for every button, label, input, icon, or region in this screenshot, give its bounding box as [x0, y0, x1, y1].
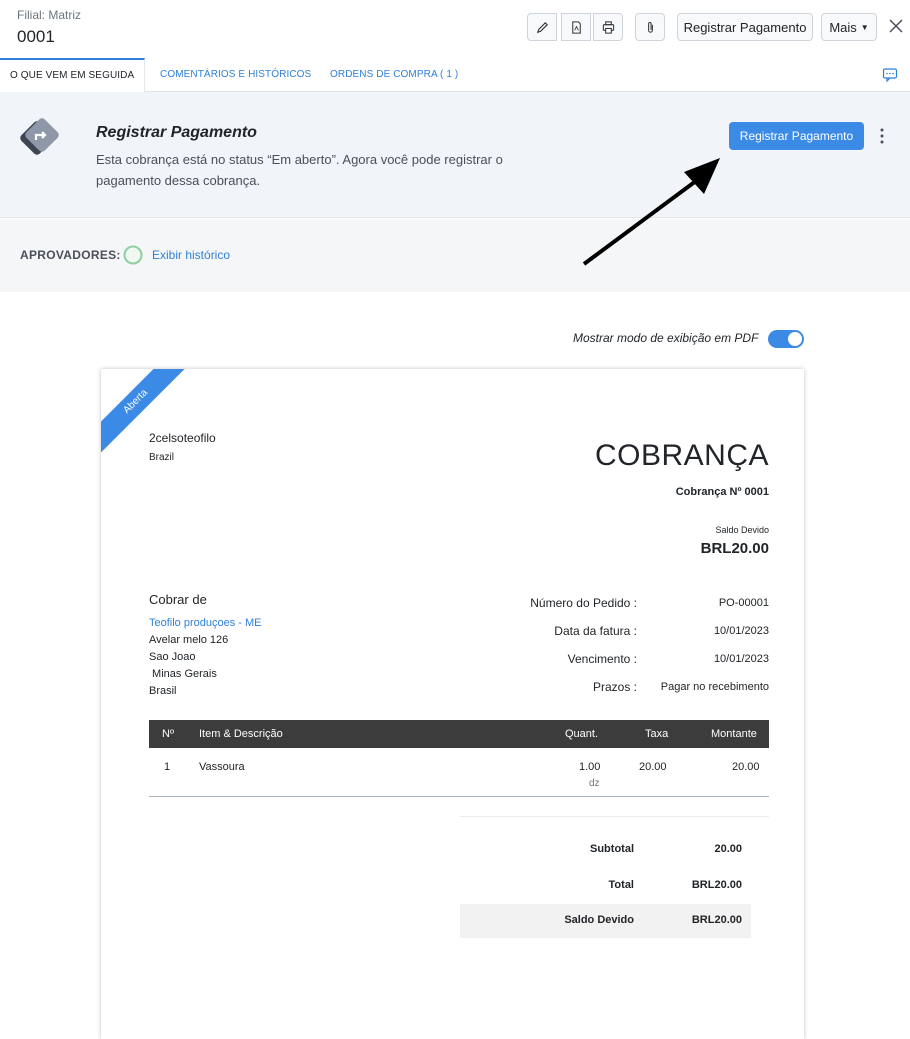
item-amount: 20.00: [732, 761, 760, 773]
kebab-icon[interactable]: [876, 124, 888, 148]
caret-down-icon: ▼: [860, 22, 869, 32]
invoice-document: Aberta 2celsoteofilo Brazil COBRANÇA Cob…: [101, 369, 804, 1039]
col-amount: Montante: [711, 728, 757, 740]
col-rate: Taxa: [645, 728, 669, 740]
meta-label: Vencimento :: [567, 652, 637, 666]
balance-due-total-label: Saldo Devido: [564, 914, 634, 926]
tab-comments-history[interactable]: Comentários e históricos: [160, 58, 311, 92]
register-payment-header-button[interactable]: Registrar Pagamento: [677, 13, 813, 41]
col-number: Nº: [162, 728, 174, 740]
balance-due-value: BRL20.00: [700, 540, 769, 557]
toggle-knob: [788, 332, 802, 346]
approver-avatar-icon: [123, 245, 143, 265]
invoice-number: Cobrança Nº 0001: [675, 486, 769, 498]
pdf-mode-toggle[interactable]: [768, 330, 804, 348]
meta-value: 10/01/2023: [713, 653, 769, 665]
items-table-header: Nº Item & Descrição Quant. Taxa Montante: [149, 720, 769, 748]
col-item: Item & Descrição: [199, 728, 283, 740]
col-qty: Quant.: [565, 728, 599, 740]
printer-icon: [602, 20, 614, 34]
tab-bar: O que vem em seguida Comentários e histó…: [0, 58, 910, 92]
meta-label: Número do Pedido :: [530, 596, 637, 610]
pencil-icon: [536, 21, 548, 33]
item-unit: dz: [589, 778, 600, 789]
bill-to-title: Cobrar de: [149, 592, 207, 607]
item-qty: 1.00: [579, 761, 601, 773]
total-label: Total: [608, 879, 634, 891]
more-label: Mais: [829, 19, 857, 35]
chat-icon[interactable]: [882, 67, 898, 83]
next-step-panel: Registrar Pagamento Esta cobrança está n…: [0, 92, 910, 218]
meta-label: Data da fatura :: [554, 624, 637, 638]
balance-due-label: Saldo Devido: [715, 525, 769, 535]
pdf-mode-label: Mostrar modo de exibição em PDF: [573, 331, 759, 345]
approvers-bar: APROVADORES: Exibir histórico: [0, 219, 910, 292]
balance-due-total-value: BRL20.00: [691, 914, 742, 926]
address-line: Sao Joao: [149, 651, 196, 663]
meta-value: 10/01/2023: [713, 625, 769, 637]
address-line: Minas Gerais: [149, 668, 217, 680]
meta-value: PO-00001: [718, 597, 769, 609]
invoice-title: COBRANÇA: [594, 439, 769, 472]
pdf-icon: [571, 20, 581, 34]
table-row: 1 Vassoura 1.00 dz 20.00 20.00: [149, 748, 769, 797]
top-header: Filial: Matriz 0001 Registrar Pagamento …: [0, 0, 910, 58]
print-button[interactable]: [593, 13, 623, 41]
total-value: BRL20.00: [691, 879, 742, 891]
meta-label: Prazos :: [592, 680, 637, 694]
branch-label: Filial: Matriz: [17, 8, 82, 22]
item-rate: 20.00: [639, 761, 667, 773]
tab-what-next[interactable]: O que vem em seguida: [0, 58, 146, 92]
organization-name: 2celsoteofilo: [149, 431, 216, 445]
pdf-button[interactable]: [561, 13, 591, 41]
register-payment-button[interactable]: Registrar Pagamento: [729, 122, 864, 150]
status-ribbon: Aberta: [101, 369, 191, 459]
view-history-link[interactable]: Exibir histórico: [152, 248, 230, 262]
subtotal-label: Subtotal: [590, 843, 634, 855]
address-line: Avelar melo 126: [149, 634, 229, 646]
totals-divider: [460, 816, 769, 817]
approvers-label: APROVADORES:: [20, 248, 121, 262]
next-step-icon: [20, 118, 59, 155]
paperclip-icon: [647, 21, 653, 33]
next-step-title: Registrar Pagamento: [96, 124, 257, 141]
tab-purchase-orders[interactable]: Ordens de compra ( 1 ): [330, 58, 458, 92]
organization-country: Brazil: [149, 452, 175, 463]
edit-button[interactable]: [527, 13, 557, 41]
item-number: 1: [164, 761, 171, 773]
subtotal-value: 20.00: [714, 843, 742, 855]
more-dropdown-button[interactable]: Mais ▼: [821, 13, 877, 41]
meta-value: Pagar no recebimento: [660, 681, 769, 693]
close-icon[interactable]: [886, 16, 906, 36]
attach-button[interactable]: [635, 13, 665, 41]
item-name: Vassoura: [199, 761, 245, 773]
next-step-description: Esta cobrança está no status “Em aberto”…: [96, 152, 503, 188]
customer-name-link[interactable]: Teofilo produçoes - ME: [149, 617, 262, 629]
address-line: Brasil: [149, 685, 177, 697]
document-number: 0001: [17, 27, 55, 46]
